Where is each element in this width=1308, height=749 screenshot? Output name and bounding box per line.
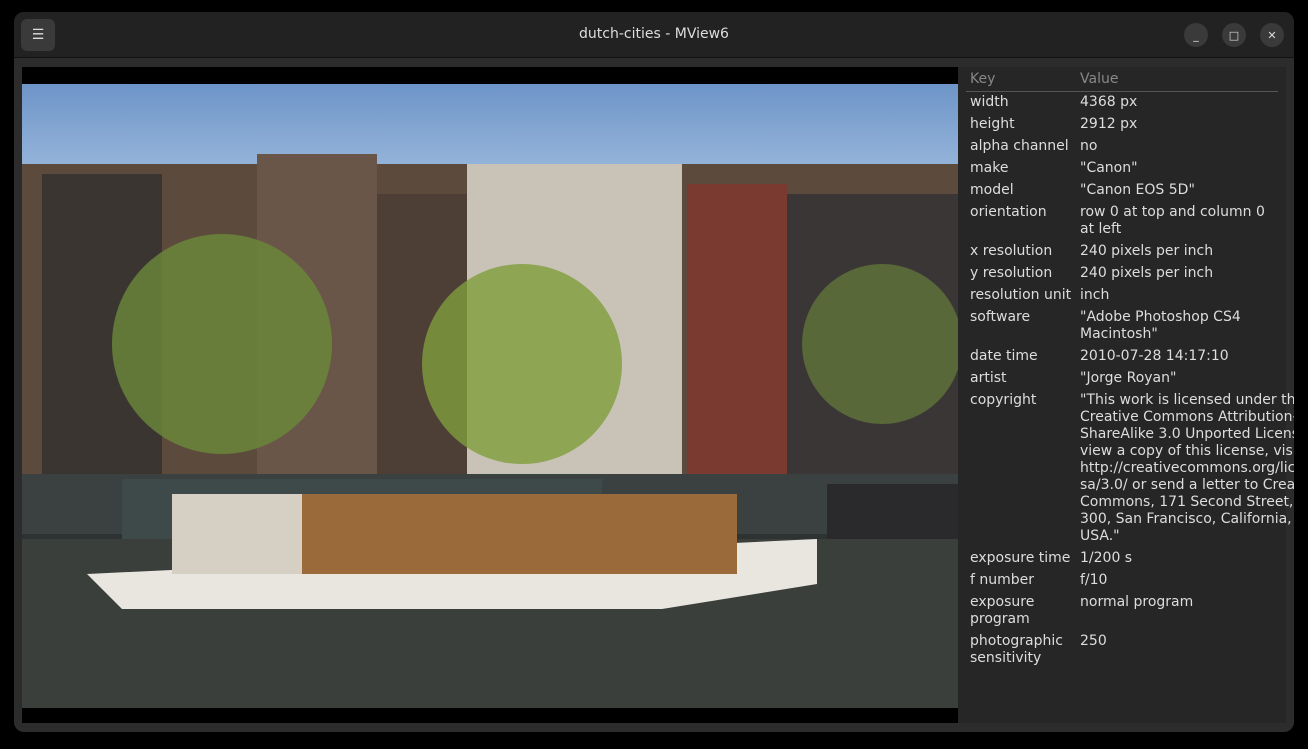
row-key: photographic sensitivity: [970, 633, 1063, 666]
table-row[interactable]: resolution unit inch: [966, 285, 1278, 307]
value-column-header[interactable]: Value: [1080, 71, 1274, 87]
maximize-button[interactable]: □: [1222, 23, 1246, 47]
table-row[interactable]: copyright "This work is licensed under th…: [966, 390, 1294, 548]
row-key: alpha channel: [970, 138, 1069, 154]
close-icon: ✕: [1267, 28, 1277, 42]
row-value: 240 pixels per inch: [1080, 243, 1214, 259]
row-key: y resolution: [970, 265, 1053, 281]
table-row[interactable]: artist "Jorge Royan": [966, 368, 1278, 390]
row-key: resolution unit: [970, 287, 1072, 303]
row-key: height: [970, 116, 1015, 132]
row-value: f/10: [1080, 572, 1108, 588]
table-row[interactable]: model "Canon EOS 5D": [966, 180, 1278, 202]
row-value: "This work is licensed under the Creativ…: [1080, 392, 1294, 544]
table-row[interactable]: y resolution 240 pixels per inch: [966, 263, 1278, 285]
row-key: f number: [970, 572, 1035, 588]
table-row[interactable]: exposure time 1/200 s: [966, 548, 1278, 570]
row-value: 240 pixels per inch: [1080, 265, 1214, 281]
row-value: "Adobe Photoshop CS4 Macintosh": [1080, 309, 1241, 342]
table-row[interactable]: width 4368 px: [966, 92, 1278, 114]
row-value: "Canon EOS 5D": [1080, 182, 1195, 198]
photo-illustration: [22, 154, 958, 708]
window-title: dutch-cities - MView6: [579, 26, 729, 42]
table-row[interactable]: f number f/10: [966, 570, 1278, 592]
row-value: 250: [1080, 633, 1107, 649]
table-row[interactable]: height 2912 px: [966, 114, 1278, 136]
row-key: make: [970, 160, 1009, 176]
table-row[interactable]: orientation row 0 at top and column 0 at …: [966, 202, 1278, 241]
metadata-panel: Key Value width 4368 px height 2912 px alpha…: [958, 67, 1294, 723]
row-key: software: [970, 309, 1031, 325]
row-value: 4368 px: [1080, 94, 1138, 110]
table-row[interactable]: software "Adobe Photoshop CS4 Macintosh": [966, 307, 1278, 346]
row-value: 2912 px: [1080, 116, 1138, 132]
maximize-icon: □: [1228, 28, 1240, 42]
row-key: width: [970, 94, 1009, 110]
row-key: model: [970, 182, 1014, 198]
row-key: artist: [970, 370, 1007, 386]
row-key: exposure program: [970, 594, 1035, 627]
minimize-button[interactable]: _: [1184, 23, 1208, 47]
app-window: ☰ dutch-cities - MView6 _ □ ✕ Key Value …: [14, 12, 1294, 732]
row-value: "Canon": [1080, 160, 1138, 176]
table-row[interactable]: photographic sensitivity 250: [966, 631, 1278, 670]
header-bar: ☰ dutch-cities - MView6 _ □ ✕: [14, 12, 1294, 58]
row-key: x resolution: [970, 243, 1053, 259]
image-view[interactable]: [22, 67, 958, 723]
close-button[interactable]: ✕: [1260, 23, 1284, 47]
row-value: no: [1080, 138, 1098, 154]
table-header: Key Value: [966, 67, 1278, 92]
minimize-icon: _: [1193, 28, 1199, 42]
row-value: normal program: [1080, 594, 1194, 610]
row-value: 2010-07-28 14:17:10: [1080, 348, 1229, 364]
row-key: copyright: [970, 392, 1037, 408]
row-value: 1/200 s: [1080, 550, 1133, 566]
row-value: "Jorge Royan": [1080, 370, 1177, 386]
table-row[interactable]: x resolution 240 pixels per inch: [966, 241, 1278, 263]
table-row[interactable]: make "Canon": [966, 158, 1278, 180]
row-key: date time: [970, 348, 1038, 364]
key-column-header[interactable]: Key: [970, 71, 1080, 87]
row-key: exposure time: [970, 550, 1071, 566]
row-value: inch: [1080, 287, 1110, 303]
table-row[interactable]: date time 2010-07-28 14:17:10: [966, 346, 1278, 368]
row-key: orientation: [970, 204, 1047, 220]
photo-canal-houses: [22, 84, 958, 708]
row-value: row 0 at top and column 0 at left: [1080, 204, 1265, 237]
table-row[interactable]: exposure program normal program: [966, 592, 1278, 631]
table-row[interactable]: alpha channel no: [966, 136, 1278, 158]
